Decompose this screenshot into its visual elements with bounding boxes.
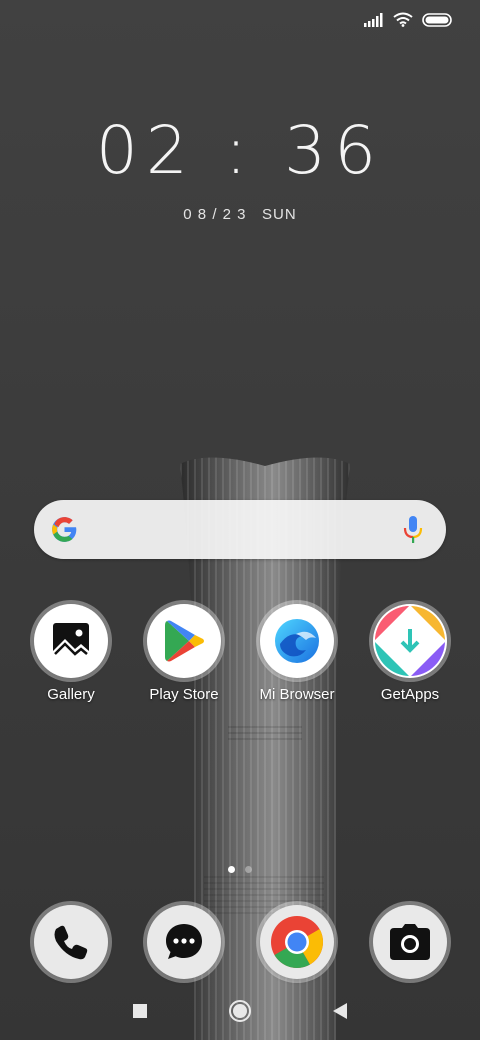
clock-date[interactable]: 0 8 / 2 3 SUN — [0, 206, 480, 223]
wifi-icon — [393, 12, 413, 27]
play-store-icon[interactable] — [147, 604, 221, 678]
app-mi-browser[interactable]: Mi Browser — [242, 604, 352, 703]
google-search-bar[interactable] — [34, 500, 446, 559]
page-dot-active — [228, 866, 235, 873]
google-g-icon — [52, 517, 77, 542]
home-circle-icon[interactable] — [225, 996, 255, 1026]
app-label-mi-browser: Mi Browser — [259, 686, 335, 703]
phone-icon[interactable] — [34, 905, 108, 979]
dock-phone[interactable] — [16, 905, 126, 979]
page-dot — [245, 866, 252, 873]
dock-chrome[interactable] — [242, 905, 352, 979]
page-indicator — [0, 866, 480, 873]
microphone-icon[interactable] — [402, 515, 424, 545]
cellular-signal-icon — [364, 12, 383, 27]
app-label-play-store: Play Store — [149, 686, 219, 703]
clock-time[interactable]: 02 : 36 — [0, 112, 480, 189]
dock-camera[interactable] — [355, 905, 465, 979]
app-getapps[interactable]: GetApps — [355, 604, 465, 703]
camera-icon[interactable] — [373, 905, 447, 979]
battery-icon — [422, 12, 452, 27]
app-label-gallery: Gallery — [47, 686, 95, 703]
getapps-icon[interactable] — [373, 604, 447, 678]
mi-browser-icon[interactable] — [260, 604, 334, 678]
app-play-store[interactable]: Play Store — [129, 604, 239, 703]
navigation-bar — [0, 996, 480, 1026]
home-screen: 02 : 36 0 8 / 2 3 SUN Gallery Play Store… — [0, 0, 480, 1040]
app-label-getapps: GetApps — [380, 686, 440, 703]
gallery-icon[interactable] — [34, 604, 108, 678]
messages-icon[interactable] — [147, 905, 221, 979]
dock-messages[interactable] — [129, 905, 239, 979]
app-gallery[interactable]: Gallery — [16, 604, 126, 703]
back-triangle-icon[interactable] — [325, 996, 355, 1026]
status-bar — [364, 12, 452, 27]
recents-square-icon[interactable] — [125, 996, 155, 1026]
chrome-icon[interactable] — [260, 905, 334, 979]
